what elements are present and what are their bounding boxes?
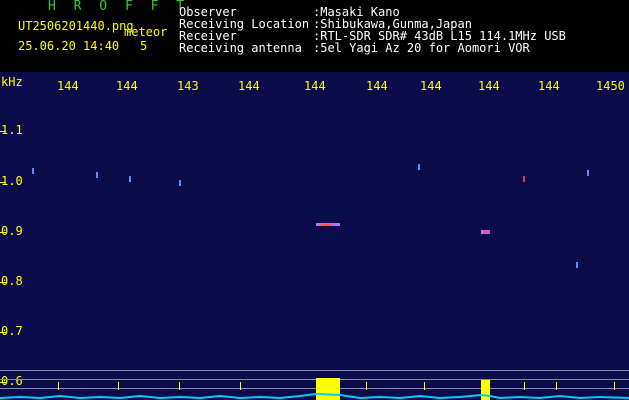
meteor-echo-core: [483, 231, 488, 233]
x-tick-label: 144: [366, 79, 388, 93]
antenna-value: :5el Yagi Az 20 for Aomori VOR: [313, 41, 530, 55]
signal-speck: [129, 176, 131, 182]
y-tick-mark: [0, 131, 6, 132]
app-title: H R O F F T: [48, 0, 190, 14]
x-tick-label: 143: [177, 79, 199, 93]
x-tick-label: 144: [116, 79, 138, 93]
y-tick-label: 1.0: [1, 174, 23, 188]
reference-line: [0, 370, 629, 371]
signal-speck: [96, 172, 98, 178]
y-tick-mark: [0, 232, 6, 233]
y-unit-label: kHz: [1, 75, 23, 89]
y-tick-label: 0.8: [1, 274, 23, 288]
signal-speck: [523, 176, 525, 182]
event-count: 5: [140, 39, 148, 53]
y-tick-mark: [0, 382, 6, 383]
x-tick-label: 144: [538, 79, 560, 93]
event-tag: meteor: [124, 25, 168, 39]
signal-speck: [418, 164, 420, 170]
x-tick-label: 1450: [596, 79, 625, 93]
y-tick-mark: [0, 282, 6, 283]
signal-speck: [576, 262, 578, 268]
y-tick-label: 0.7: [1, 324, 23, 338]
y-tick-label: 1.1: [1, 123, 23, 137]
reference-line: [0, 379, 629, 380]
signal-speck: [587, 170, 589, 176]
header-panel: H R O F F T UT2506201440.png meteor 25.0…: [0, 0, 629, 72]
x-tick-label: 144: [420, 79, 442, 93]
signal-trace: [0, 392, 629, 400]
x-tick-label: 144: [304, 79, 326, 93]
x-tick-label: 144: [57, 79, 79, 93]
signal-speck: [179, 180, 181, 186]
file-name: UT2506201440.png: [18, 19, 134, 33]
signal-speck: [32, 168, 34, 174]
meteor-echo-core: [320, 224, 332, 226]
x-tick-label: 144: [238, 79, 260, 93]
y-tick-mark: [0, 332, 6, 333]
spectrogram-area: kHz 144 144 143 144 144 144 144 144 144 …: [0, 72, 629, 400]
y-tick-label: 0.9: [1, 224, 23, 238]
x-tick-label: 144: [478, 79, 500, 93]
date-time: 25.06.20 14:40: [18, 39, 120, 53]
y-tick-mark: [0, 182, 6, 183]
antenna-label: Receiving antenna: [179, 41, 302, 55]
